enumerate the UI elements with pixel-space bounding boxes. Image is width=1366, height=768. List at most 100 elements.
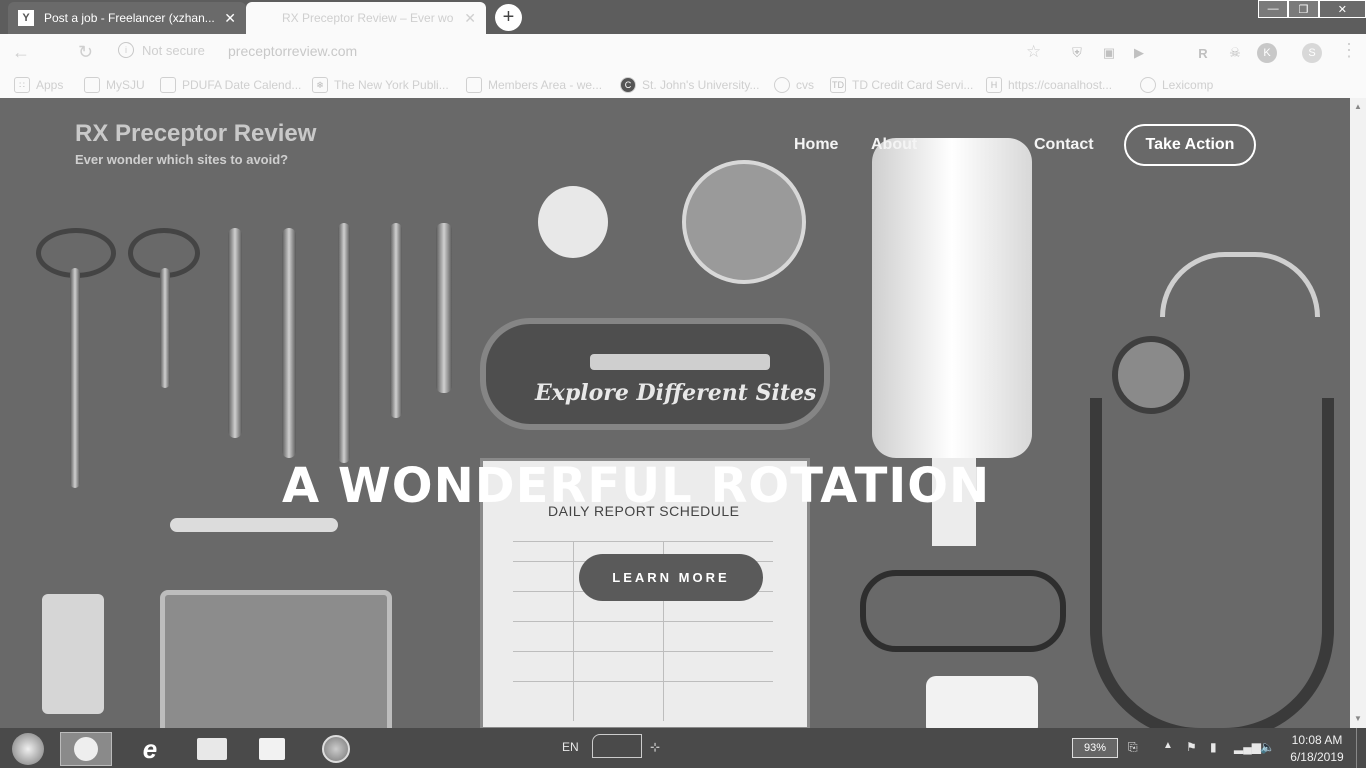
bookmark-td[interactable]: TD TD Credit Card Servi...: [830, 77, 973, 93]
scroll-up-icon[interactable]: ▲: [1354, 102, 1362, 111]
thermometer-decoration: [170, 518, 338, 532]
new-tab-button[interactable]: +: [495, 4, 522, 31]
battery-indicator[interactable]: 93%: [1072, 738, 1118, 758]
site-title[interactable]: RX Preceptor Review: [75, 120, 316, 148]
taskbar-explorer[interactable]: [186, 732, 238, 766]
nav-home[interactable]: Home: [794, 136, 838, 154]
extension-r-icon[interactable]: R: [1194, 44, 1212, 62]
syringe-decoration: [590, 354, 770, 370]
jar-lid-decoration: [538, 186, 608, 258]
nav-about[interactable]: About: [871, 136, 917, 154]
star-icon[interactable]: ☆: [1026, 42, 1041, 62]
volume-muted-icon[interactable]: 🔈: [1260, 740, 1275, 754]
back-arrow-icon[interactable]: ←: [12, 42, 30, 63]
forceps-decoration: [390, 223, 402, 418]
scroll-down-icon[interactable]: ▼: [1354, 714, 1362, 723]
menu-kebab-icon[interactable]: ⋮: [1340, 40, 1358, 61]
learn-more-button[interactable]: LEARN MORE: [579, 554, 763, 601]
battery-tray-icon[interactable]: ▮: [1210, 740, 1217, 754]
bookmark-label: Members Area - we...: [488, 78, 603, 92]
form-line: [513, 541, 773, 542]
stethoscope-earpiece-decoration: [1160, 252, 1320, 317]
not-secure-label: Not secure: [142, 42, 205, 58]
page-icon: [256, 10, 272, 26]
bookmark-cvs[interactable]: cvs: [774, 77, 814, 93]
address-bar[interactable]: preceptorreview.com: [228, 43, 357, 59]
bookmark-label: MySJU: [106, 78, 145, 92]
scissors-blade-decoration: [160, 268, 170, 388]
close-tab-icon[interactable]: ✕: [464, 10, 476, 27]
form-line: [513, 651, 773, 652]
show-hidden-icons-icon[interactable]: ▲: [1163, 740, 1173, 751]
extension-shield-icon[interactable]: ⛨: [1068, 44, 1086, 62]
show-desktop-button[interactable]: [1356, 728, 1366, 768]
pill-case-decoration: [160, 590, 392, 728]
chrome-icon: [74, 737, 98, 761]
reload-icon[interactable]: ↻: [78, 42, 93, 63]
tab-title: Post a job - Freelancer (xzhan...: [44, 11, 215, 25]
form-line: [573, 541, 574, 721]
power-plug-icon[interactable]: ⎘: [1128, 740, 1138, 755]
window-app-icon: [259, 738, 285, 760]
bookmark-lexicomp[interactable]: Lexicomp: [1140, 77, 1213, 93]
close-window-button[interactable]: ✕: [1318, 0, 1366, 18]
bookmark-pdufa[interactable]: PDUFA Date Calend...: [160, 77, 301, 93]
action-center-flag-icon[interactable]: ⚑: [1186, 740, 1197, 754]
scalpel-decoration: [228, 228, 242, 438]
clock-date: 6/18/2019: [1290, 750, 1344, 764]
bookmark-sju[interactable]: C St. John's University...: [620, 77, 759, 93]
taskbar-chrome[interactable]: [60, 732, 112, 766]
extension-k-icon[interactable]: K: [1257, 43, 1277, 63]
bookmark-icon: [466, 77, 482, 93]
start-button[interactable]: [2, 732, 54, 766]
profile-avatar[interactable]: S: [1302, 43, 1322, 63]
tab-rx-preceptor[interactable]: RX Preceptor Review – Ever wo ✕: [246, 2, 486, 34]
minimize-button[interactable]: —: [1258, 0, 1289, 18]
windows-logo-icon: [12, 733, 44, 765]
bookmark-label: TD Credit Card Servi...: [852, 78, 974, 92]
scalpel-decoration: [282, 228, 296, 458]
site-tagline: Ever wonder which sites to avoid?: [75, 152, 289, 167]
globe-icon: [1140, 77, 1156, 93]
close-tab-icon[interactable]: ✕: [224, 10, 236, 27]
taskbar-ie[interactable]: e: [124, 732, 176, 766]
take-action-button[interactable]: Take Action: [1124, 124, 1256, 166]
host-icon: H: [986, 77, 1002, 93]
bookmark-apps[interactable]: ∷ Apps: [14, 77, 63, 93]
syringe-tray-decoration: [480, 318, 830, 430]
bookmark-nypl[interactable]: ❄ The New York Publi...: [312, 77, 449, 93]
nypl-icon: ❄: [312, 77, 328, 93]
pill-bottle-decoration: [42, 594, 104, 714]
sju-icon: C: [620, 77, 636, 93]
extension-cast-icon[interactable]: ▣: [1100, 44, 1118, 62]
form-line: [513, 621, 773, 622]
signal-bars-icon[interactable]: ▂▄▆: [1234, 740, 1261, 754]
bookmark-mysju[interactable]: MySJU: [84, 77, 145, 93]
bookmark-label: Lexicomp: [1162, 78, 1214, 92]
site-info-button[interactable]: i Not secure: [118, 42, 205, 58]
antenna-icon[interactable]: ⊹: [650, 740, 660, 754]
network-meter-icon[interactable]: [592, 734, 642, 758]
stethoscope-tube-decoration: [1090, 398, 1334, 728]
globe-icon: [774, 77, 790, 93]
bookmark-members[interactable]: Members Area - we...: [466, 77, 602, 93]
language-indicator[interactable]: EN: [562, 740, 579, 754]
hero-subtitle: Explore Different Sites: [535, 380, 817, 406]
taskbar-app[interactable]: [246, 732, 298, 766]
nav-contact[interactable]: Contact: [1034, 136, 1094, 154]
restore-button[interactable]: ❐: [1288, 0, 1319, 18]
system-clock[interactable]: 10:08 AM 6/18/2019: [1288, 732, 1346, 766]
iv-bag-decoration: [872, 138, 1032, 458]
bookmark-label: St. John's University...: [642, 78, 760, 92]
bookmark-label: The New York Publi...: [334, 78, 449, 92]
bookmark-label: Apps: [36, 78, 64, 92]
extension-media-icon[interactable]: ▶: [1130, 44, 1148, 62]
hero-title: A WONDERFUL ROTATION: [282, 458, 991, 514]
tab-freelancer[interactable]: Y Post a job - Freelancer (xzhan... ✕: [8, 2, 246, 34]
bookmark-coanalhost[interactable]: Hhttps://coanalhost...: [986, 77, 1112, 93]
taskbar-firefox[interactable]: [310, 732, 362, 766]
extension-pirate-icon[interactable]: ☠: [1226, 44, 1244, 62]
td-icon: TD: [830, 77, 846, 93]
firefox-icon: [322, 735, 350, 763]
page-scrollbar[interactable]: [1350, 98, 1366, 728]
